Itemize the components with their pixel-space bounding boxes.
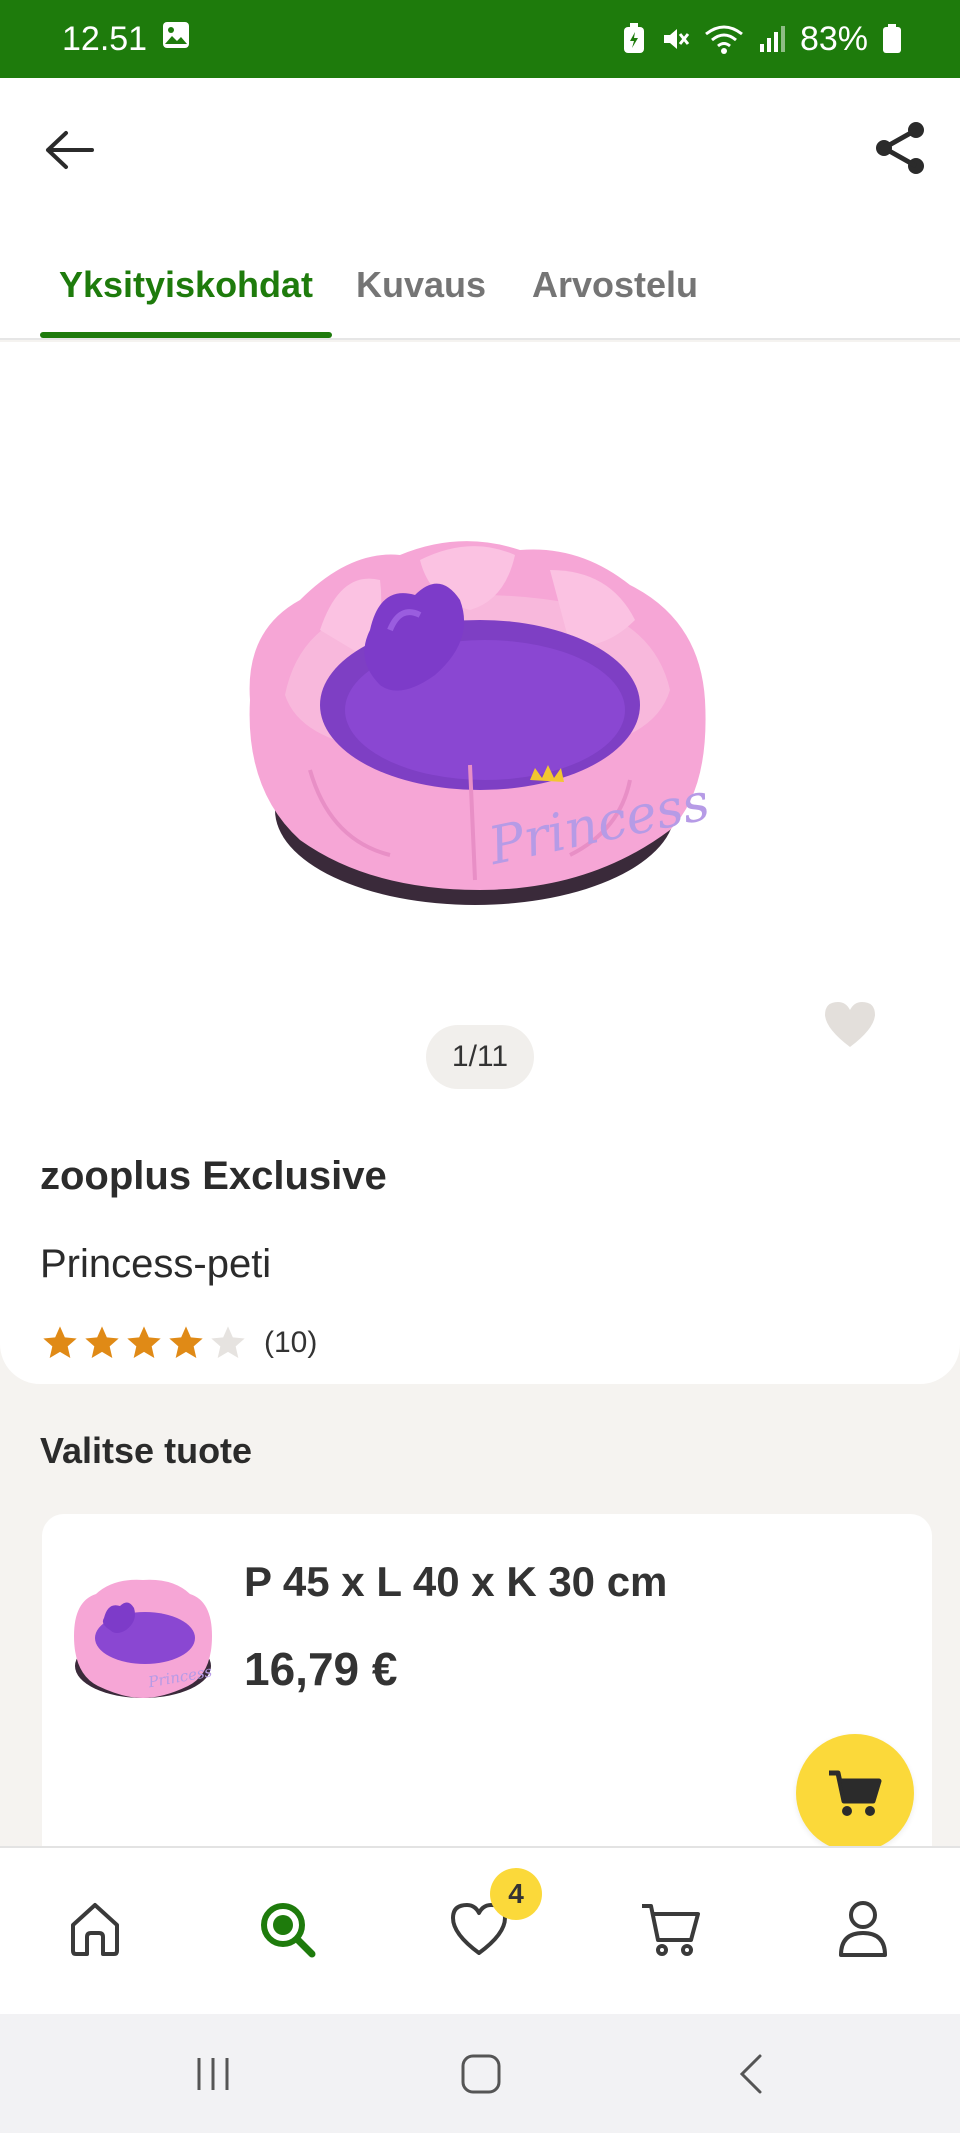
star-filled-icon [169,1326,203,1358]
chevron-left-icon [739,2054,762,2094]
search-icon [261,1903,316,1958]
heart-icon [825,1002,875,1047]
gallery-notification-icon [161,20,191,59]
variant-card[interactable]: Princess P 45 x L 40 x K 30 cm 16,79 € [42,1514,932,1874]
product-rating[interactable]: (10) [40,1318,317,1368]
review-count: (10) [264,1326,318,1359]
cart-icon [642,1904,700,1956]
nav-home[interactable] [50,1884,140,1974]
home-square-icon [461,2054,501,2094]
status-bar: 12.51 83% [0,0,960,78]
tab-description[interactable]: Kuvaus [350,230,492,340]
variant-thumbnail: Princess [74,1579,214,1698]
favorites-count-badge: 4 [490,1868,542,1920]
variant-size: P 45 x L 40 x K 30 cm [244,1558,668,1605]
mute-icon [660,24,690,54]
system-navigation-bar [0,2014,960,2133]
home-icon [71,1903,119,1956]
image-counter: 1/11 [426,1025,534,1089]
bottom-navigation: 4 [0,1846,960,2014]
tab-details[interactable]: Yksityiskohdat [40,230,332,340]
nav-account[interactable] [818,1884,908,1974]
select-product-heading: Valitse tuote [40,1430,253,1471]
product-brand[interactable]: zooplus Exclusive [40,1154,387,1199]
active-tab-indicator [40,332,332,338]
star-empty-icon [211,1326,245,1358]
product-card: Princess 1/11 zooplus Exclusive Princess… [0,342,960,1384]
back-system-button[interactable] [716,2044,786,2104]
signal-icon [758,24,786,54]
variant-price: 16,79 € [244,1643,398,1695]
nav-cart[interactable] [626,1884,716,1974]
battery-level: 83% [799,19,868,58]
share-icon [876,122,924,174]
recent-apps-icon [197,2058,229,2090]
product-image[interactable]: Princess [230,510,730,910]
home-system-button[interactable] [446,2044,516,2104]
share-button[interactable] [870,118,930,178]
battery-saver-icon [622,23,646,55]
arrow-left-icon [46,131,94,169]
star-filled-icon [127,1326,161,1358]
add-to-cart-button[interactable] [796,1734,914,1852]
cart-icon [829,1770,882,1816]
recent-apps-button[interactable] [178,2044,248,2104]
favorite-button[interactable] [818,994,882,1054]
nav-search[interactable] [242,1884,332,1974]
product-tabs: Yksityiskohdat Kuvaus Arvostelu [0,230,960,340]
wifi-icon [704,24,744,54]
back-button[interactable] [40,120,100,180]
star-filled-icon [85,1326,119,1358]
star-filled-icon [43,1326,77,1358]
status-time: 12.51 [62,19,148,58]
app-header: Yksityiskohdat Kuvaus Arvostelu [0,78,960,340]
user-icon [839,1901,887,1957]
tab-reviews[interactable]: Arvostelu [520,230,710,340]
battery-icon [882,24,902,54]
product-name: Princess-peti [40,1242,272,1286]
